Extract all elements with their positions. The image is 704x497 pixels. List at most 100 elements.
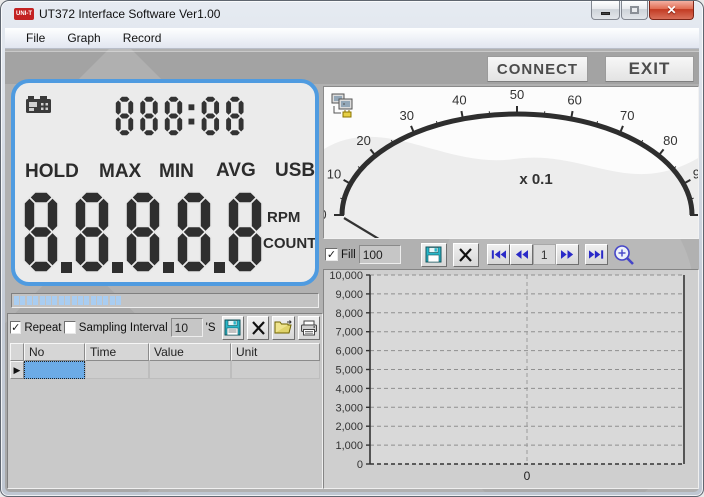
svg-text:60: 60 [567,92,581,107]
cell-time[interactable] [85,361,149,379]
chart-panel: 01,0002,0003,0004,0005,0006,0007,0008,00… [323,269,699,489]
lcd-unit-rpm: RPM [267,209,300,226]
svg-text:0: 0 [357,459,363,471]
progress-block [40,296,45,305]
row-marker: ▶ [10,361,24,379]
client-area: CONNECT EXIT HOLD MAX MIN AVG USB RPM CO… [5,49,699,492]
col-value[interactable]: Value [149,343,231,361]
chart-clear-button[interactable] [453,243,479,267]
last-page-icon [589,250,604,259]
menu-bar: File Graph Record [5,28,699,49]
floppy-icon [425,246,442,263]
x-icon [458,248,473,262]
prev-page-icon [515,250,528,259]
svg-text:50: 50 [510,87,524,102]
progress-block [59,296,64,305]
svg-text:2,000: 2,000 [335,421,363,433]
lcd-unit-count: COUNT [263,235,316,252]
close-button[interactable]: ✕ [649,1,694,20]
svg-text:10,000: 10,000 [329,270,363,282]
svg-text:5,000: 5,000 [335,365,363,377]
lcd-flag-hold: HOLD [25,161,79,183]
table-row[interactable]: ▶ [10,361,320,379]
svg-text:7,000: 7,000 [335,327,363,339]
floppy-icon [224,319,241,336]
repeat-checkbox[interactable]: ✓ [10,321,21,334]
svg-text:3,000: 3,000 [335,402,363,414]
connection-status-icon [330,92,360,120]
last-page-button[interactable] [585,244,608,265]
gauge-panel: 0102030405060708090100 x 0.1 [323,86,699,239]
secondary-checkbox[interactable] [64,321,75,334]
cell-unit[interactable] [231,361,320,379]
sampling-unit-label: 'S [206,322,216,334]
save-button[interactable] [222,316,244,340]
maximize-button[interactable] [621,1,648,20]
exit-button[interactable]: EXIT [605,56,694,82]
svg-text:9,000: 9,000 [335,289,363,301]
menu-record[interactable]: Record [112,29,173,47]
minimize-icon [601,12,610,15]
lcd-display-panel: HOLD MAX MIN AVG USB RPM COUNT [11,79,319,286]
col-no[interactable]: No [24,343,85,361]
svg-text:90: 90 [693,166,699,181]
col-time[interactable]: Time [85,343,149,361]
first-page-icon [491,250,506,259]
print-button[interactable] [298,316,320,340]
svg-text:8,000: 8,000 [335,308,363,320]
first-page-button[interactable] [487,244,510,265]
cell-value[interactable] [149,361,231,379]
svg-text:80: 80 [663,133,677,148]
progress-block [14,296,19,305]
delete-button[interactable] [247,316,269,340]
fill-checkbox[interactable]: ✓ [325,248,338,261]
svg-text:40: 40 [452,92,466,107]
progress-bar [11,293,319,308]
progress-block [33,296,38,305]
chart-save-button[interactable] [421,243,447,267]
maximize-icon [630,6,639,14]
records-table: No Time Value Unit ▶ [10,343,320,379]
minimize-button[interactable] [591,1,620,20]
progress-block [72,296,77,305]
row-selector-header [10,343,24,361]
progress-block [97,296,102,305]
title-bar[interactable]: UNI-T UT372 Interface Software Ver1.00 ✕ [1,1,703,28]
page-number: 1 [533,244,556,265]
zoom-in-icon[interactable] [612,243,636,267]
progress-block [78,296,83,305]
cell-no[interactable] [24,361,85,379]
svg-text:20: 20 [356,133,370,148]
progress-block [27,296,32,305]
open-button[interactable] [272,316,294,340]
prev-page-button[interactable] [510,244,533,265]
table-header-row: No Time Value Unit [10,343,320,361]
menu-file[interactable]: File [15,29,56,47]
lcd-main-digits [22,191,266,275]
menu-graph[interactable]: Graph [56,29,111,47]
trend-chart: 01,0002,0003,0004,0005,0006,0007,0008,00… [324,270,698,488]
sampling-interval-input[interactable] [171,318,203,337]
connect-button[interactable]: CONNECT [487,56,588,82]
app-window: UNI-T UT372 Interface Software Ver1.00 ✕… [0,0,704,497]
svg-text:6,000: 6,000 [335,346,363,358]
close-icon: ✕ [666,3,676,17]
next-page-button[interactable] [556,244,579,265]
gauge-multiplier-label: x 0.1 [519,171,552,188]
lcd-timer-digits [113,95,250,139]
printer-icon [300,320,318,336]
svg-text:30: 30 [400,108,414,123]
progress-block [65,296,70,305]
progress-block [84,296,89,305]
x-icon [251,321,266,335]
lcd-flag-usb: USB [275,160,315,182]
svg-text:10: 10 [327,166,341,181]
window-title: UT372 Interface Software Ver1.00 [39,7,220,21]
record-panel: ✓ Repeat Sampling Interval 'S [7,313,323,489]
progress-block [20,296,25,305]
progress-block [91,296,96,305]
points-input[interactable] [359,245,401,264]
progress-block [110,296,115,305]
col-unit[interactable]: Unit [231,343,320,361]
repeat-label: Repeat [24,322,61,334]
